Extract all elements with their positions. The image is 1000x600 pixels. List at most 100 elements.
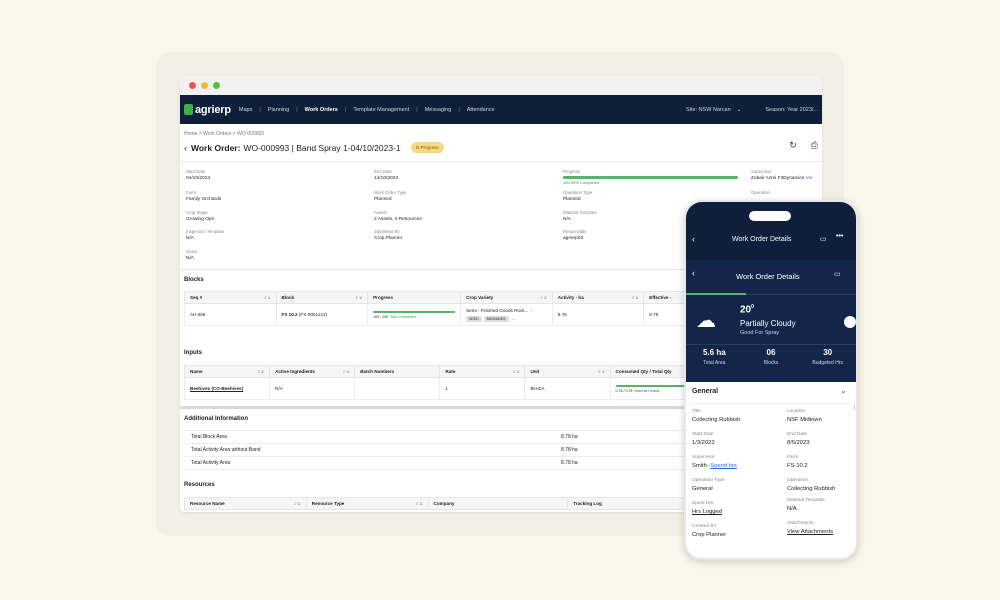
search-filter-icon[interactable]: ⌕ ⊻ [258,369,264,374]
farm-value: Family Orchards [186,197,222,202]
col-progress[interactable]: Progress [367,291,462,304]
farm-label: Farm [787,455,799,460]
operation-value: Collecting Rubbish [787,486,836,492]
chat-icon[interactable]: ▭ [834,270,841,278]
stat-budgeted-hrs: 30 Budgeted Hrs [812,348,843,366]
blocks-heading: Blocks [184,277,204,283]
progress-text: 100.00% Completed [563,180,600,185]
col-seq[interactable]: Seq # ⌕ ⊻ [184,291,277,304]
col-resource-type[interactable]: Resource Type ⌕ ⊻ [305,497,429,510]
supervisor-view-link[interactable]: Vie [806,176,813,181]
search-filter-icon[interactable]: ⌕ ⊻ [294,501,300,506]
chat-icon[interactable]: ▭ [820,235,827,243]
stat-blocks: 06 Blocks [763,348,779,366]
camera-icon [782,213,788,219]
general-heading[interactable]: General [692,388,718,395]
minimize-window-icon[interactable] [201,82,208,89]
col-rate[interactable]: Rate ⌕ ⊻ [439,365,526,378]
print-icon[interactable]: ⎙ [811,140,818,151]
inputs-heading: Inputs [184,350,202,356]
activity-cell: 8.78 [551,303,645,326]
wo-type-label: Work Order Type [374,190,407,195]
end-date-label: End Date [374,169,392,174]
material-template-label: Material Template [563,210,597,215]
material-template-value: N/A [787,506,797,512]
site-selector[interactable]: Site: NSW Narcan ⌄ [686,107,741,113]
input-name-cell[interactable]: Beehives (CO-Beehives) [183,377,271,400]
progress-track [563,176,738,179]
material-details-link[interactable]: Material Details [635,389,660,393]
col-block[interactable]: Block ⌕ ⊻ [275,291,369,304]
chevron-down-icon[interactable]: ⌄ [840,386,847,395]
col-name[interactable]: Name ⌕ ⊻ [183,365,271,378]
material-template-value: N/A [563,217,571,222]
next-button[interactable] [844,316,856,328]
col-unit[interactable]: Unit ⌕ ⊻ [524,365,611,378]
notes-label: Notes [186,249,198,254]
search-filter-icon[interactable]: ⌕ ⊻ [416,501,422,506]
back-arrow-icon[interactable]: ‹ [692,234,695,244]
search-filter-icon[interactable]: ⌕ ⊻ [513,369,519,374]
spent-hrs-label: Spent Hrs [692,501,714,506]
general-section: General ⌄ Title Collecting Rubbish Locat… [686,382,856,558]
title-prefix: Work Order: [191,142,241,153]
hrs-logged-link[interactable]: Hrs Logged [692,509,722,515]
nav-maps[interactable]: Maps [239,107,252,113]
col-company[interactable]: Company [427,497,569,510]
close-window-icon[interactable] [189,82,196,89]
col-resource-name[interactable]: Resource Name ⌕ ⊻ [184,497,307,510]
search-filter-icon[interactable]: ⌕ ⊻ [540,295,546,300]
notes-value: N/A [186,256,194,261]
col-ingredients[interactable]: Active Ingredients ⌕ ⊻ [269,365,356,378]
table-row[interactable]: Beehives (CO-Beehives) N/A 1 BH-EA 0.78 … [183,377,705,400]
created-by-value: Crop Planner [692,532,727,538]
operation-type-label: Operation Type [692,478,725,483]
search-filter-icon[interactable]: ⌕ ⊻ [264,295,270,300]
batch-cell [354,377,441,400]
weather-subtext: Good For Spray [740,330,780,336]
crop-stage-value: Growing Ops [186,217,214,222]
search-filter-icon[interactable]: ⌕ ⊻ [343,369,349,374]
end-date-label: End Date [787,432,808,437]
progress-cell: 100 / 100 Sets Completed [367,303,462,326]
col-activity[interactable]: Activity - ha ⌕ ⊻ [551,291,645,304]
supervisor-value: Smith -Spend hrs [692,463,737,469]
horizontal-scrollbar[interactable] [180,406,700,409]
more-icon: ⋮ [529,307,535,313]
op-type-label: Operation Type [563,190,593,195]
search-filter-icon[interactable]: ⌕ ⊻ [356,295,362,300]
col-crop-variety[interactable]: Crop Variety ⌕ ⊻ [460,291,553,304]
resources-heading: Resources [184,482,215,488]
search-filter-icon[interactable]: ⌕ ⊻ [598,369,604,374]
blocks-table: Seq # ⌕ ⊻ Block ⌕ ⊻ Progress Crop Variety ⌕… [184,291,724,326]
logo[interactable]: agrierp [184,104,231,116]
back-arrow-icon[interactable]: ‹ [692,268,695,278]
operation-type-value: General [692,486,713,492]
seq-cell: AH 656 [184,303,277,326]
end-date-value: 14/10/2023 [374,176,399,181]
nav-messaging[interactable]: Messaging [425,107,452,113]
assets-label: Assets [374,210,387,215]
top-nav: agrierp Maps | Planning | Work Orders | Tem… [180,95,822,124]
rate-cell: 1 [439,377,526,400]
nav-work-orders[interactable]: Work Orders [305,107,338,113]
submitted-label: Submitted By [374,229,400,234]
refresh-icon[interactable]: ↻ [789,140,797,151]
search-filter-icon[interactable]: ⌕ ⊻ [632,295,638,300]
sets-completed-link[interactable]: Sets Completed [390,315,416,319]
nav-attendance[interactable]: Attendance [467,107,495,113]
spend-hrs-link[interactable]: Spend hrs [710,463,736,469]
season-selector[interactable]: Season: Year 2023/... [765,107,818,113]
mobile-top-title: Work Order Details [732,236,792,243]
table-row[interactable]: AH 656 FS 10.2 (FS-0001212) 100 / 100 Se… [184,303,724,326]
breadcrumb[interactable]: Home > Work Orders > WO-000993 [184,131,264,137]
maximize-window-icon[interactable] [213,82,220,89]
chip: SEED [466,315,482,322]
nav-template-management[interactable]: Template Management [353,107,409,113]
view-attachments-link[interactable]: View Attachments [787,529,833,535]
nav-planning[interactable]: Planning [268,107,289,113]
back-arrow-icon[interactable]: ‹ [184,143,187,153]
more-icon[interactable]: ••• [836,233,843,240]
responsible-label: Responsible [563,229,587,234]
col-batch[interactable]: Batch Numbers [354,365,441,378]
